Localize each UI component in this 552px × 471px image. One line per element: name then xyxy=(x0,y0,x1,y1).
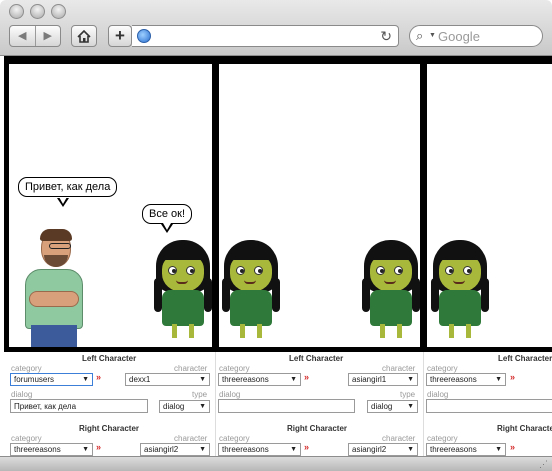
left-category-select[interactable]: forumusers ▼ xyxy=(10,373,93,386)
chevron-down-icon: ▼ xyxy=(495,446,502,453)
random-character-icon[interactable]: » xyxy=(96,372,101,382)
zoom-window-button[interactable] xyxy=(51,4,66,19)
type-label: type xyxy=(192,390,208,399)
character-label: character xyxy=(174,364,208,373)
left-character-select[interactable]: asiangirl1 ▼ xyxy=(348,373,418,386)
bubble-text: Привет, как дела xyxy=(25,181,111,193)
character-dexx1[interactable] xyxy=(23,225,83,347)
character-label: character xyxy=(174,434,208,443)
chevron-down-icon: ▼ xyxy=(82,446,89,453)
dialog-label: dialog xyxy=(11,390,33,399)
chevron-down-icon: ▼ xyxy=(290,376,297,383)
chevron-down-icon: ▼ xyxy=(199,376,206,383)
home-icon xyxy=(77,29,91,43)
category-label: category xyxy=(11,364,42,373)
category-label: category xyxy=(427,434,458,443)
forward-arrow-icon[interactable]: ▶ xyxy=(34,26,61,46)
back-arrow-icon[interactable]: ◀ xyxy=(10,26,35,46)
character-label: character xyxy=(382,434,416,443)
globe-icon xyxy=(137,29,151,43)
character-asiangirl2[interactable] xyxy=(362,240,420,340)
left-category-select[interactable]: threereasons ▼ xyxy=(426,373,506,386)
section-title: Right Character xyxy=(79,424,140,433)
section-title: Right Character xyxy=(287,424,348,433)
left-type-select[interactable]: dialog ▼ xyxy=(367,400,418,413)
panel-1-controls: Left Character category character forumu… xyxy=(6,352,216,456)
character-asiangirl1[interactable] xyxy=(222,240,280,340)
speech-bubble-right[interactable]: Все ок! xyxy=(142,204,192,224)
random-character-icon[interactable]: » xyxy=(510,442,515,452)
left-dialog-input[interactable] xyxy=(218,399,355,413)
search-placeholder: Google xyxy=(438,29,480,44)
panel-2-controls: Left Character category character threer… xyxy=(216,352,424,456)
random-character-icon[interactable]: » xyxy=(304,442,309,452)
section-title: Right Character xyxy=(497,424,552,433)
home-button[interactable] xyxy=(71,25,97,47)
type-label: type xyxy=(400,390,416,399)
left-dialog-input[interactable]: Привет, как дела xyxy=(10,399,148,413)
left-category-select[interactable]: threereasons ▼ xyxy=(218,373,301,386)
comic-editor: Left Character category character forumu… xyxy=(4,352,552,456)
back-forward-group: ◀ ▶ xyxy=(9,25,61,47)
right-category-select[interactable]: threereasons ▼ xyxy=(426,443,506,456)
category-label: category xyxy=(427,364,458,373)
left-character-select[interactable]: dexx1 ▼ xyxy=(125,373,210,386)
reload-icon[interactable]: ↻ xyxy=(380,28,392,45)
character-label: character xyxy=(382,364,416,373)
panel-3-controls: Left Character category threereasons ▼ » … xyxy=(424,352,552,456)
search-field[interactable]: ⌕ ▼ Google xyxy=(409,25,543,47)
magnifier-icon: ⌕ xyxy=(416,28,424,43)
speech-tail-icon xyxy=(161,223,173,233)
character-girl[interactable] xyxy=(431,240,489,340)
random-character-icon[interactable]: » xyxy=(304,372,309,382)
chevron-down-icon: ▼ xyxy=(407,446,414,453)
chevron-down-icon: ▼ xyxy=(290,446,297,453)
right-category-select[interactable]: threereasons ▼ xyxy=(10,443,93,456)
plus-icon: + xyxy=(115,26,125,45)
search-engine-dropdown-icon[interactable]: ▼ xyxy=(429,32,436,39)
bubble-text: Все ок! xyxy=(149,208,185,220)
random-character-icon[interactable]: » xyxy=(510,372,515,382)
chevron-down-icon: ▼ xyxy=(199,403,206,410)
category-label: category xyxy=(219,434,250,443)
chevron-down-icon: ▼ xyxy=(407,403,414,410)
close-window-button[interactable] xyxy=(9,4,24,19)
speech-tail-icon xyxy=(57,197,69,207)
character-asiangirl2[interactable] xyxy=(154,240,212,340)
section-title: Left Character xyxy=(289,354,344,363)
left-type-select[interactable]: dialog ▼ xyxy=(159,400,210,413)
left-dialog-input[interactable] xyxy=(426,399,552,413)
dialog-label: dialog xyxy=(219,390,241,399)
right-character-select[interactable]: asiangirl2 ▼ xyxy=(140,443,210,456)
chevron-down-icon: ▼ xyxy=(495,376,502,383)
resize-grip-icon[interactable]: ⋰ xyxy=(539,459,548,470)
comic-panel-3 xyxy=(427,64,552,347)
category-label: category xyxy=(219,364,250,373)
chevron-down-icon: ▼ xyxy=(199,446,206,453)
chevron-down-icon: ▼ xyxy=(407,376,414,383)
add-bookmark-button[interactable]: + xyxy=(108,25,132,47)
right-character-select[interactable]: asiangirl2 ▼ xyxy=(348,443,418,456)
dialog-label: dialog xyxy=(427,390,449,399)
category-label: category xyxy=(11,434,42,443)
speech-bubble-left[interactable]: Привет, как дела xyxy=(18,177,118,197)
chevron-down-icon: ▼ xyxy=(82,376,89,383)
random-character-icon[interactable]: » xyxy=(96,442,101,452)
comic-panel-1: Привет, как дела Все ок! xyxy=(9,64,212,347)
browser-toolbar: ◀ ▶ + ↻ ⌕ ▼ Google xyxy=(0,0,552,56)
comic-panel-2 xyxy=(219,64,420,347)
address-bar[interactable]: ↻ xyxy=(132,25,399,47)
status-bar: ⋰ xyxy=(0,456,552,471)
minimize-window-button[interactable] xyxy=(30,4,45,19)
section-title: Left Character xyxy=(82,354,137,363)
section-title: Left Character xyxy=(498,354,552,363)
comic-strip: Привет, как дела Все ок! xyxy=(4,56,552,352)
right-category-select[interactable]: threereasons ▼ xyxy=(218,443,301,456)
